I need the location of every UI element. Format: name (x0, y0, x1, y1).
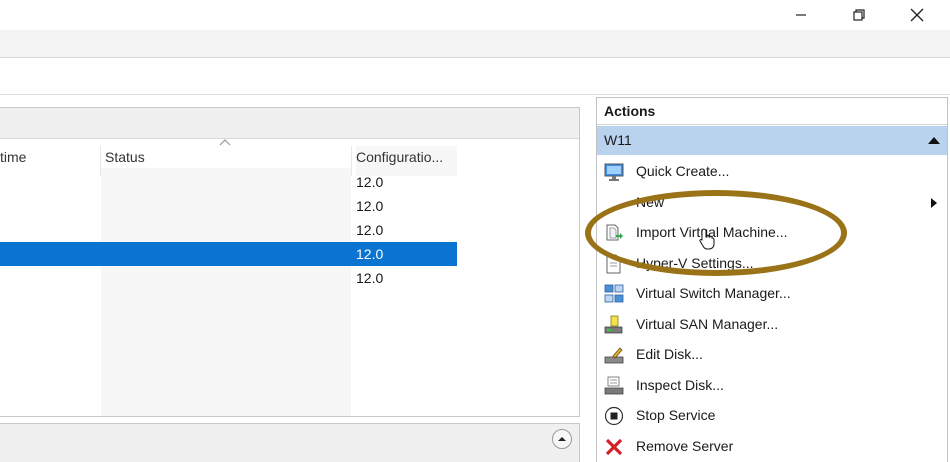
monitor-icon (604, 163, 624, 181)
action-edit-disk[interactable]: Edit Disk... (597, 340, 947, 371)
submenu-arrow-icon (931, 197, 937, 208)
action-label: Virtual Switch Manager... (636, 285, 791, 301)
action-stop-service[interactable]: Stop Service (597, 401, 947, 432)
collapse-details-button[interactable] (552, 429, 572, 449)
action-label: Import Virtual Machine... (636, 224, 788, 240)
remove-x-icon (605, 438, 623, 455)
configuration-value: 12.0 (356, 222, 384, 238)
action-label: Inspect Disk... (636, 376, 724, 393)
action-label: Remove Server (636, 437, 734, 454)
action-hyper-v-settings[interactable]: Hyper-V Settings... (597, 249, 947, 280)
import-vm-icon (606, 224, 623, 241)
settings-doc-icon (606, 254, 621, 273)
action-virtual-san-manager[interactable]: Virtual SAN Manager... (597, 310, 947, 341)
hyper-v-manager-window: time Status Configuratio... 12.0 12.0 12… (0, 0, 950, 462)
restore-icon (853, 9, 865, 21)
toolbar (0, 57, 950, 95)
restore-button[interactable] (836, 0, 882, 30)
configuration-value: 12.0 (356, 270, 384, 286)
minimize-button[interactable] (778, 0, 824, 30)
inspect-disk-icon (604, 376, 624, 394)
virtual-machines-panel: time Status Configuratio... 12.0 12.0 12… (0, 107, 580, 417)
actions-title: Actions (597, 98, 947, 125)
close-button[interactable] (894, 0, 940, 30)
vm-table-body: 12.0 12.0 12.0 12.0 12.0 (0, 170, 457, 290)
configuration-value: 12.0 (356, 198, 384, 214)
minimize-icon (796, 14, 806, 16)
action-label: Edit Disk... (636, 346, 703, 362)
vm-row[interactable]: 12.0 (0, 170, 457, 194)
title-bar (0, 0, 950, 30)
action-label: New (636, 193, 665, 210)
vm-row[interactable]: 12.0 (0, 266, 457, 290)
details-panel-header (0, 423, 580, 462)
action-label: Hyper-V Settings... (636, 254, 754, 271)
actions-group-header[interactable]: W11 (597, 126, 947, 155)
configuration-value: 12.0 (356, 174, 384, 190)
chevron-up-icon (558, 437, 566, 441)
vm-row[interactable]: 12.0 (0, 194, 457, 218)
collapse-arrow-icon[interactable] (928, 137, 940, 144)
menu-bar (0, 30, 950, 57)
sort-indicator-icon (219, 139, 231, 146)
actions-pane: Actions W11 Quick Create... New Import V… (596, 97, 948, 462)
action-label: Virtual SAN Manager... (636, 315, 779, 332)
action-inspect-disk[interactable]: Inspect Disk... (597, 371, 947, 402)
action-new[interactable]: New (597, 188, 947, 219)
actions-list: Quick Create... New Import Virtual Machi… (597, 157, 947, 462)
close-icon (910, 8, 924, 22)
action-import-virtual-machine[interactable]: Import Virtual Machine... (597, 218, 947, 249)
stop-icon (604, 406, 624, 426)
action-quick-create[interactable]: Quick Create... (597, 157, 947, 188)
san-icon (604, 315, 623, 333)
action-label: Stop Service (636, 407, 716, 423)
action-virtual-switch-manager[interactable]: Virtual Switch Manager... (597, 279, 947, 310)
virtual-machines-panel-header (0, 108, 579, 139)
action-label: Quick Create... (636, 163, 730, 179)
network-switch-icon (604, 284, 624, 303)
actions-group-label: W11 (604, 132, 632, 148)
edit-disk-icon (604, 347, 624, 364)
vm-row-selected[interactable]: 12.0 (0, 242, 457, 266)
action-remove-server[interactable]: Remove Server (597, 432, 947, 462)
configuration-value: 12.0 (356, 246, 384, 262)
vm-row[interactable]: 12.0 (0, 218, 457, 242)
